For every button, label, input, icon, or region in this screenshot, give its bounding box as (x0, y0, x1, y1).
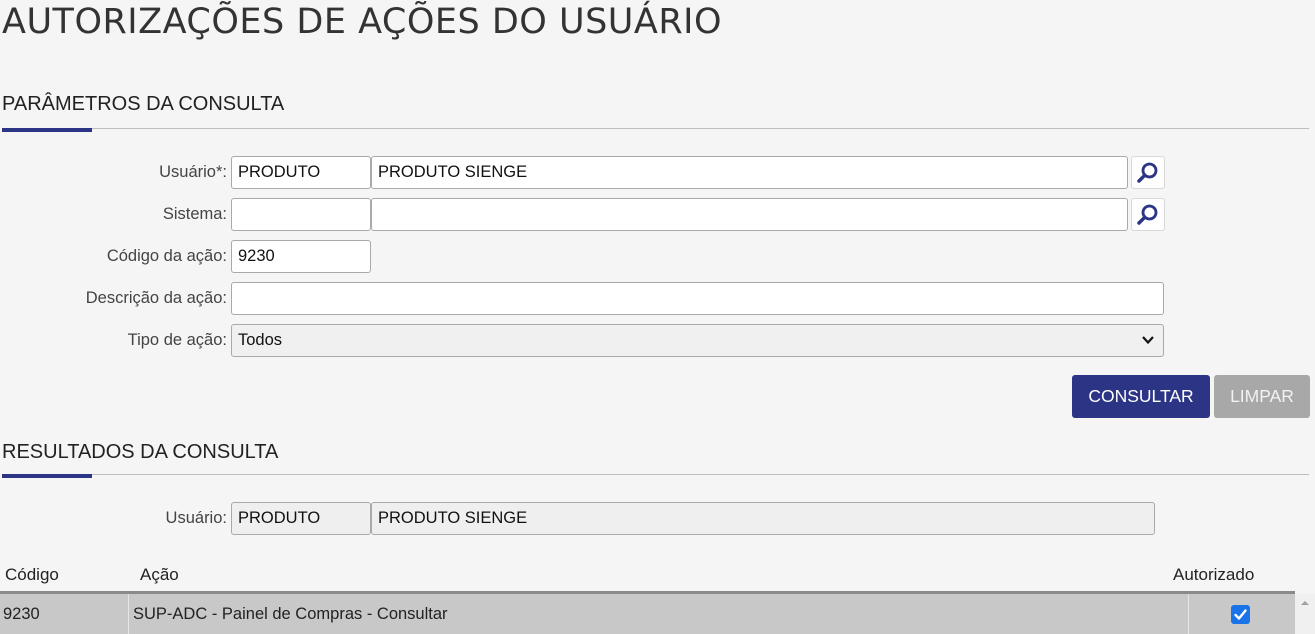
chevron-down-icon (1141, 325, 1155, 367)
column-header-autorizado[interactable]: Autorizado (1173, 565, 1254, 585)
search-icon (1137, 162, 1158, 183)
page-title: AUTORIZAÇÕES DE AÇÕES DO USUÁRIO (2, 2, 723, 42)
descricao-acao-label: Descrição da ação: (85, 289, 227, 307)
table-row[interactable]: 9230 SUP-ADC - Painel de Compras - Consu… (0, 594, 1295, 634)
tipo-acao-label: Tipo de ação: (127, 331, 227, 349)
checkmark-icon (1234, 609, 1247, 620)
consultar-button[interactable]: CONSULTAR (1072, 375, 1210, 418)
usuario-code-input[interactable]: PRODUTO (231, 156, 371, 189)
params-section-title: PARÂMETROS DA CONSULTA (2, 93, 285, 115)
sistema-code-input[interactable] (231, 198, 371, 231)
results-section-title: RESULTADOS DA CONSULTA (2, 441, 279, 463)
codigo-acao-label: Código da ação: (106, 247, 227, 265)
scroll-up-arrow-icon (1301, 601, 1309, 605)
cell-divider (128, 594, 129, 634)
codigo-acao-input[interactable]: 9230 (231, 240, 371, 273)
results-section-divider (2, 474, 1309, 475)
results-usuario-code: PRODUTO (231, 502, 371, 535)
cell-codigo: 9230 (3, 605, 40, 623)
column-header-acao[interactable]: Ação (140, 565, 179, 585)
column-header-codigo[interactable]: Código (5, 565, 59, 585)
limpar-button[interactable]: LIMPAR (1214, 375, 1310, 418)
params-section-divider (2, 128, 1309, 129)
autorizado-checkbox[interactable] (1231, 605, 1250, 624)
usuario-label: Usuário*: (159, 163, 227, 181)
search-icon (1137, 204, 1158, 225)
tipo-acao-select[interactable]: Todos (231, 324, 1164, 357)
params-section-accent (2, 128, 92, 132)
results-usuario-label: Usuário: (165, 509, 227, 527)
sistema-label: Sistema: (162, 205, 227, 223)
usuario-search-button[interactable] (1131, 156, 1165, 189)
usuario-name-input[interactable]: PRODUTO SIENGE (371, 156, 1128, 189)
results-section-accent (2, 474, 92, 478)
tipo-acao-selected: Todos (238, 331, 283, 349)
descricao-acao-input[interactable] (231, 282, 1164, 315)
vertical-scrollbar[interactable] (1295, 594, 1315, 634)
results-usuario-name: PRODUTO SIENGE (371, 502, 1155, 535)
cell-acao: SUP-ADC - Painel de Compras - Consultar (133, 605, 448, 623)
sistema-search-button[interactable] (1131, 198, 1165, 231)
sistema-name-input[interactable] (371, 198, 1128, 231)
cell-divider (1188, 594, 1189, 634)
